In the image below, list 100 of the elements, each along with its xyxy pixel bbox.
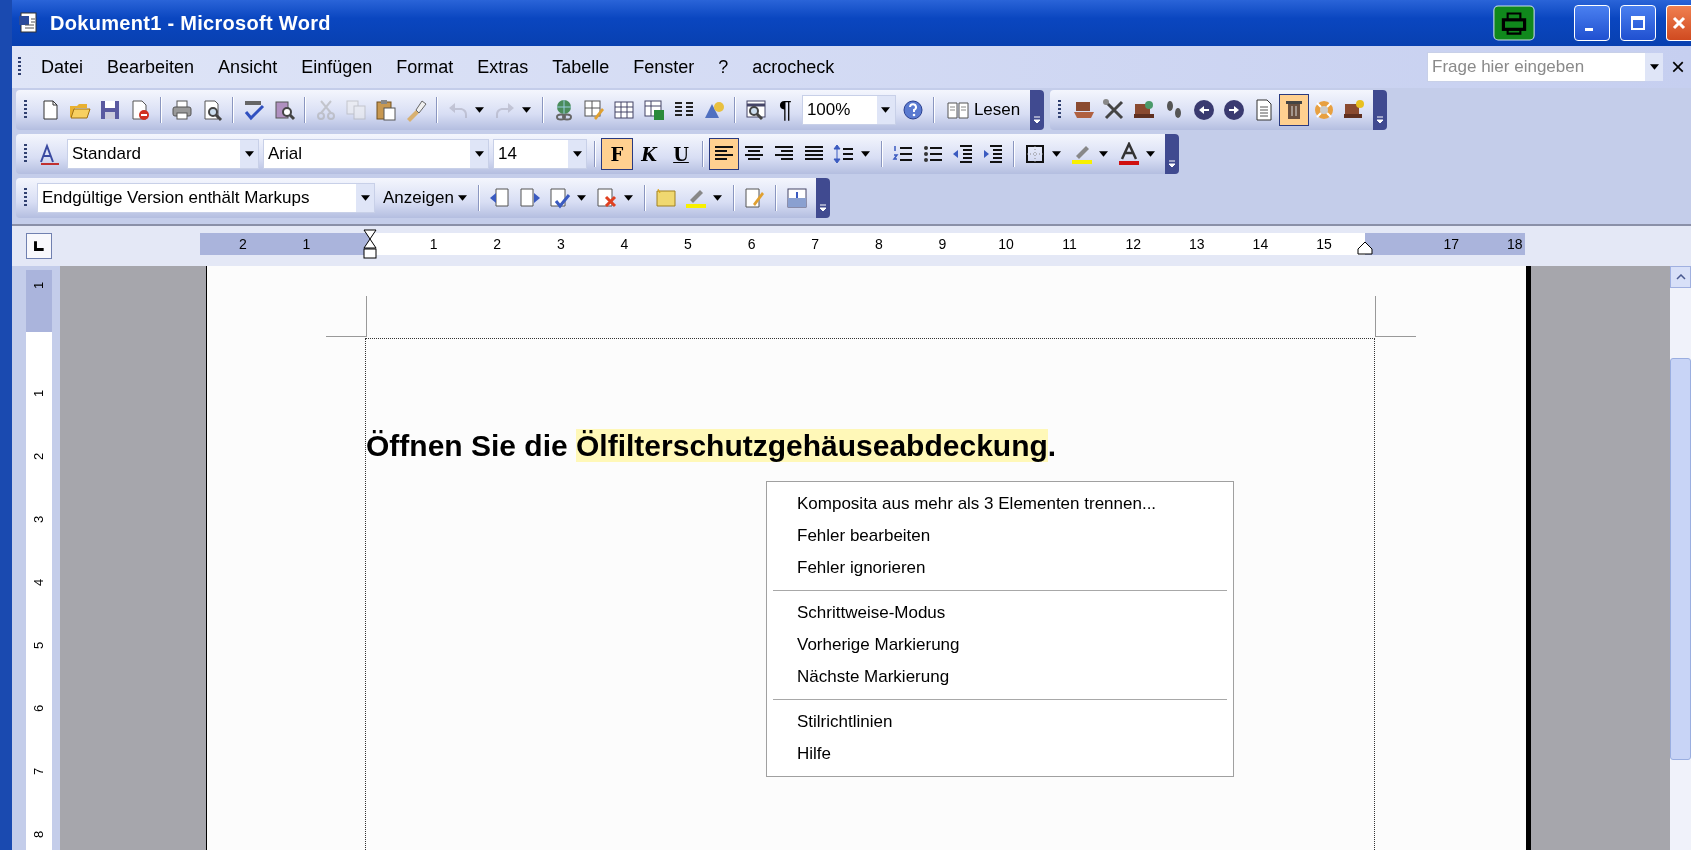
help-icon[interactable] [900,98,925,122]
ruler-number: 3 [556,235,565,253]
spreadsheet-icon[interactable] [642,98,666,122]
menu-item[interactable]: Ansicht [206,52,290,82]
indent-icon[interactable] [981,142,1005,166]
vertical-scrollbar[interactable] [1670,266,1691,850]
border-icon[interactable] [1023,142,1047,166]
caret-icon[interactable] [1146,151,1155,157]
caret-icon[interactable] [244,151,254,157]
caret-icon[interactable] [522,107,531,113]
ruler-number: 2 [30,452,48,461]
markup-view-dropdown[interactable]: Endgültige Version enthält Markups [37,183,375,213]
caret-icon[interactable] [475,107,484,113]
menu-item[interactable]: Bearbeiten [95,52,207,82]
context-menu-item[interactable]: Fehler ignorieren [771,552,1229,584]
context-menu-item[interactable]: Fehler bearbeiten [771,520,1229,552]
show-menu-button[interactable]: Anzeigen [377,188,473,208]
caret-icon[interactable] [861,151,870,157]
ruler-number: 8 [30,830,48,839]
printer-icon[interactable] [170,98,194,122]
close-document-button[interactable]: × [1671,53,1687,81]
read-button[interactable]: Lesen [939,98,1027,122]
font-color-icon[interactable] [1117,142,1141,166]
line-spacing-icon[interactable] [832,142,856,166]
ruler-number: 9 [938,235,947,253]
toolbar-button[interactable] [1279,94,1310,126]
style-dropdown[interactable]: Standard [67,139,259,169]
close-button[interactable] [1666,5,1691,41]
menu-item[interactable]: Datei [29,52,96,82]
maximize-button[interactable] [1620,5,1656,41]
table-icon[interactable] [612,98,636,122]
format-button[interactable]: F [601,138,633,170]
ruler-number: 12 [1125,235,1141,253]
context-menu-item[interactable]: Hilfe [771,738,1229,770]
format-button[interactable]: U [665,138,697,170]
document-map-icon[interactable] [744,98,768,122]
right-indent-marker-icon[interactable] [1357,241,1373,255]
format-button[interactable]: K [633,138,665,170]
ruler-number: 10 [998,235,1014,253]
forward-circle-icon [1222,98,1247,122]
crop-mark [326,296,367,337]
caret-icon[interactable] [1649,64,1659,70]
caret-icon[interactable] [1052,151,1061,157]
font-size-dropdown[interactable]: 14 [493,139,587,169]
toolbar-options-icon[interactable] [1167,158,1177,170]
outdent-icon[interactable] [951,142,975,166]
maximize-icon [1628,13,1648,33]
minimize-button[interactable] [1574,5,1610,41]
context-menu-item[interactable]: Stilrichtlinien [771,706,1229,738]
ruler-number: 1 [30,281,48,290]
caret-icon[interactable] [1099,151,1108,157]
font-dropdown[interactable]: Arial [263,139,489,169]
context-menu-item[interactable]: Komposita aus mehr als 3 Elementen trennen... [771,488,1229,520]
toolbar-options-icon[interactable] [1032,114,1043,126]
indent-marker-icon[interactable] [362,229,378,259]
page-cross-icon[interactable] [594,186,619,210]
left-tab-icon [32,239,46,253]
clipboard-icon[interactable] [374,98,398,122]
caret-icon[interactable] [474,151,484,157]
ruler-number: 1 [30,389,48,398]
menu-item[interactable]: Format [384,52,466,82]
ruler-number: 5 [30,641,48,650]
context-menu-item[interactable]: Vorherige Markierung [771,629,1229,661]
toolbar-options-icon[interactable] [1375,114,1386,126]
caret-icon[interactable] [712,195,722,201]
table-pencil-icon[interactable] [582,98,606,122]
zoom-dropdown[interactable]: 100% [801,95,896,125]
printer-icon[interactable] [1492,5,1536,41]
toolbar-options-icon[interactable] [817,202,828,214]
caret-icon[interactable] [572,151,582,157]
page-check-icon[interactable] [547,186,572,210]
ruler-number: 2 [493,235,502,253]
menu-item[interactable]: Extras [465,52,541,82]
spelling-check-icon[interactable] [242,98,266,122]
caret-icon[interactable] [576,195,586,201]
ruler-number: 18 [1507,235,1523,253]
menu-item[interactable]: acrocheck [740,52,847,82]
back-circle-icon [1192,98,1217,122]
caret-icon[interactable] [881,107,891,113]
caret-icon[interactable] [623,195,633,201]
styles-icon[interactable] [38,142,62,166]
context-menu-item[interactable]: Nächste Markierung [771,661,1229,693]
tab-stop-selector[interactable] [26,233,52,259]
ruler-number: 14 [1252,235,1269,253]
menu-item[interactable]: Tabelle [540,52,622,82]
menu-item[interactable]: Fenster [621,52,707,82]
research-book-icon[interactable] [272,98,296,122]
menu-item[interactable]: ? [706,52,741,82]
caret-icon[interactable] [360,195,370,201]
ruler-number: 2 [238,235,247,253]
context-menu-item[interactable]: Schrittweise-Modus [771,597,1229,629]
ruler-number: 8 [874,235,883,253]
pane-icon[interactable] [784,186,809,210]
menu-item[interactable]: Einfügen [289,52,385,82]
help-search-field[interactable]: Frage hier eingeben [1427,52,1645,82]
page-pencil-icon[interactable] [742,186,767,210]
paragraph-marks-button[interactable]: ¶ [771,96,800,124]
alignment-button[interactable] [709,138,739,170]
page-arrow-right-icon[interactable] [517,186,542,210]
scroll-thumb[interactable] [1670,358,1691,760]
